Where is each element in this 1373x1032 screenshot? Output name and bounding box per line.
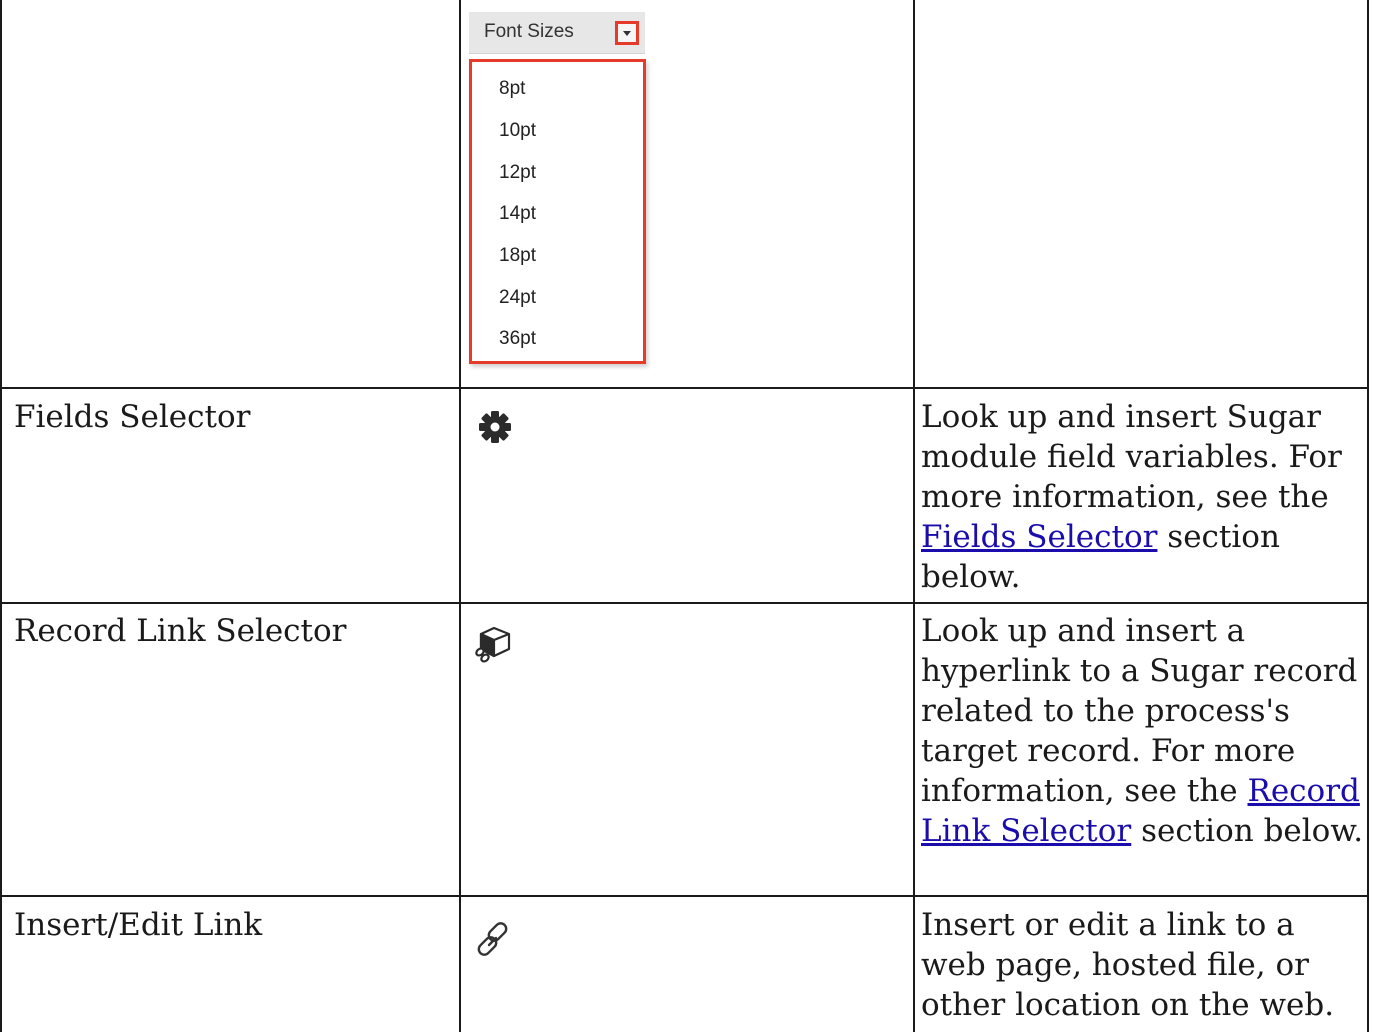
row-divider-3	[0, 895, 1369, 897]
row-divider-1	[0, 387, 1369, 389]
font-size-option[interactable]: 8pt	[499, 78, 525, 100]
row-desc-record-link-selector: Look up and insert a hyperlink to a Suga…	[921, 611, 1367, 851]
table-divider-1	[459, 0, 461, 1032]
font-sizes-dropdown[interactable]: Font Sizes	[469, 12, 645, 54]
font-size-option[interactable]: 10pt	[499, 120, 536, 142]
desc-text: Look up and insert Sugar module field va…	[921, 399, 1342, 515]
font-size-option[interactable]: 36pt	[499, 328, 536, 350]
row-name-fields-selector: Fields Selector	[14, 399, 251, 435]
row-name-insert-edit-link: Insert/Edit Link	[14, 907, 263, 943]
gear-icon	[476, 408, 514, 446]
row-divider-2	[0, 602, 1369, 604]
row-name-record-link-selector: Record Link Selector	[14, 613, 347, 649]
table-border-left	[0, 0, 2, 1032]
font-size-option[interactable]: 18pt	[499, 245, 536, 267]
font-sizes-menu: 8pt 10pt 12pt 14pt 18pt 24pt 36pt	[469, 59, 646, 364]
font-sizes-label: Font Sizes	[484, 21, 574, 42]
link-icon	[474, 918, 516, 960]
desc-text: section below.	[1131, 813, 1364, 849]
row-desc-fields-selector: Look up and insert Sugar module field va…	[921, 397, 1367, 597]
font-size-option[interactable]: 14pt	[499, 203, 536, 225]
fields-selector-link[interactable]: Fields Selector	[921, 519, 1157, 555]
record-link-icon	[472, 625, 514, 663]
table-divider-2	[913, 0, 915, 1032]
row-desc-insert-edit-link: Insert or edit a link to a web page, hos…	[921, 907, 1335, 1023]
font-size-option[interactable]: 12pt	[499, 162, 536, 184]
chevron-down-icon[interactable]	[615, 21, 639, 45]
font-size-option[interactable]: 24pt	[499, 287, 536, 309]
table-border-right	[1367, 0, 1369, 1032]
